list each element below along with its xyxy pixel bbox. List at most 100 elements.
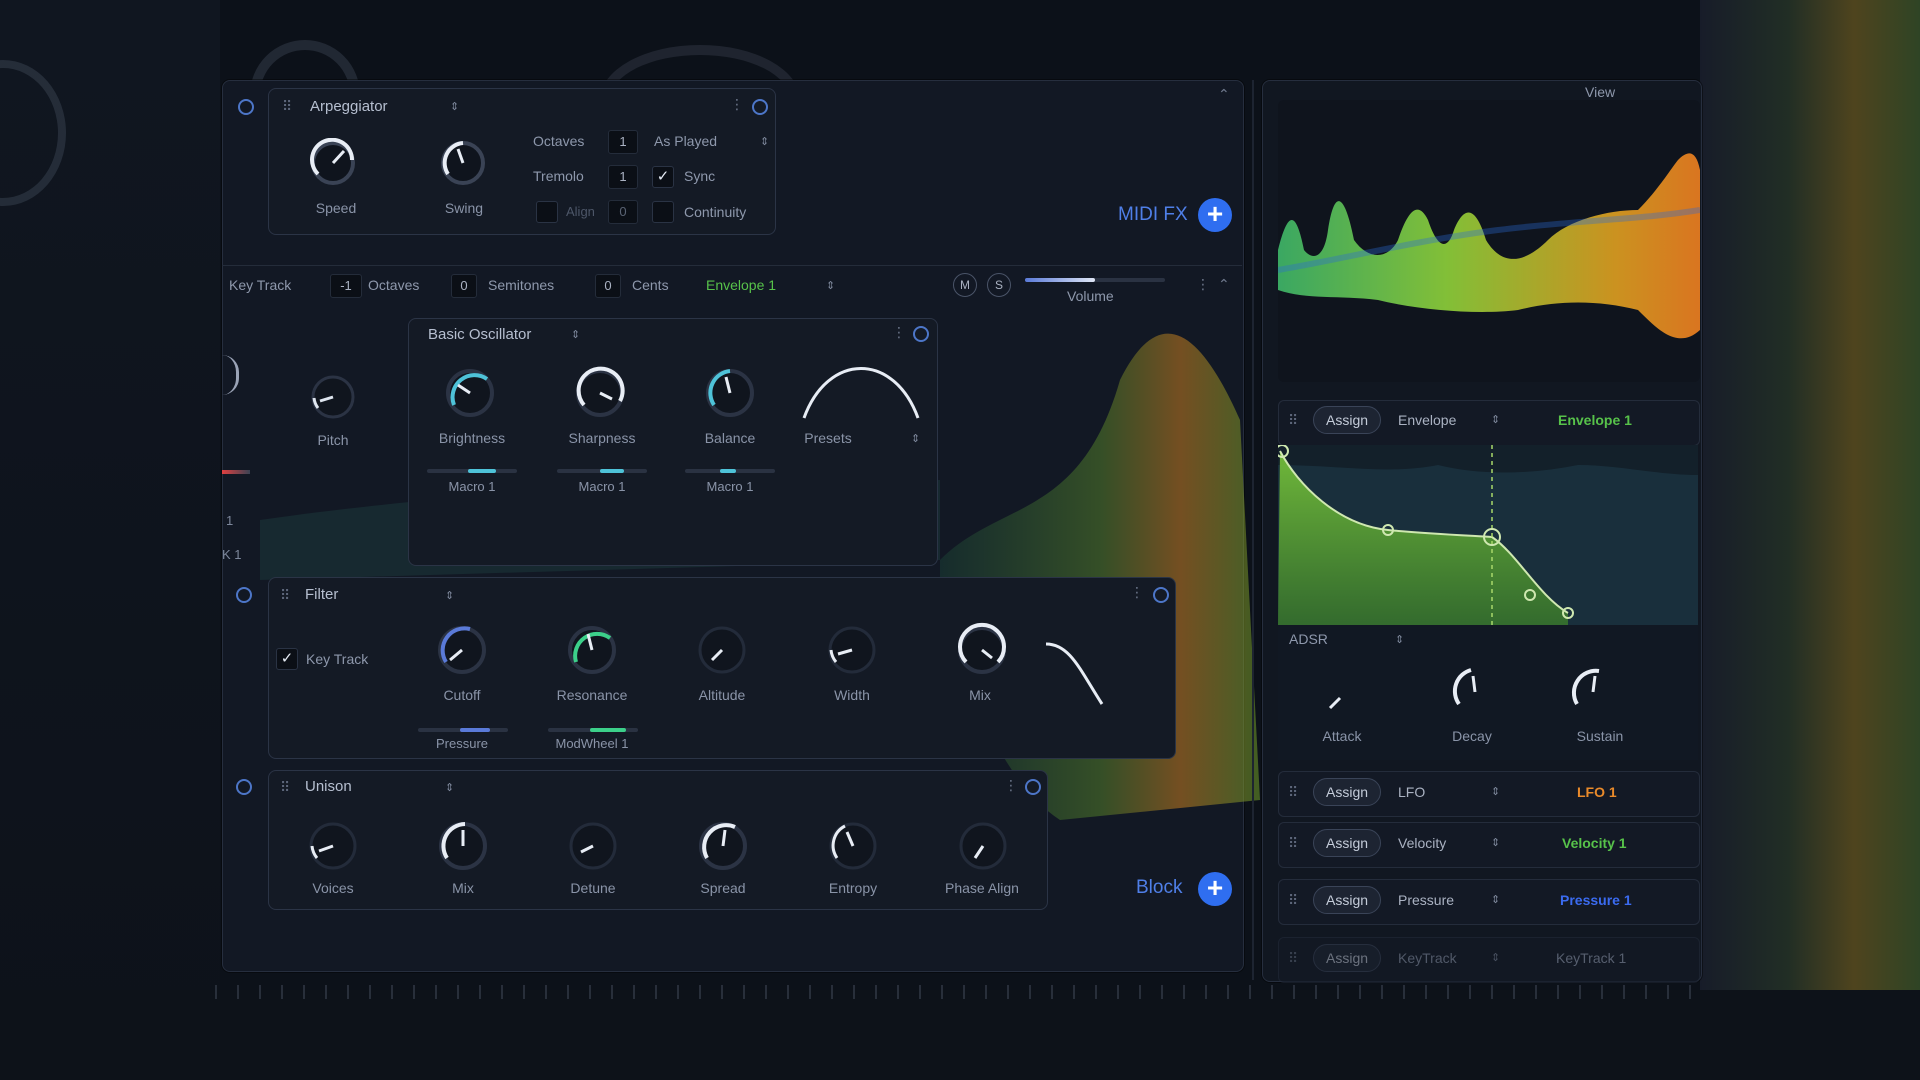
unison-mix-knob[interactable] [435,818,491,879]
spread-knob[interactable] [695,818,751,879]
brightness-knob[interactable] [442,365,498,426]
osc-menu-icon[interactable]: ⋮ [1196,276,1210,293]
pressure-assign-button[interactable]: Assign [1313,886,1382,914]
swing-knob[interactable] [438,138,488,193]
midi-fx-add-icon[interactable]: + [1198,198,1232,232]
speed-knob[interactable] [308,137,358,193]
basic-osc-title: Basic Oscillator [428,326,532,343]
presets-waveform[interactable] [798,362,924,422]
velocity-target: Velocity 1 [1562,835,1627,851]
octaves-offset-value[interactable]: -1 [330,274,362,298]
mute-button[interactable]: M [953,273,977,297]
cents-value[interactable]: 0 [595,274,621,298]
keytrack-assign-button[interactable]: Assign [1313,944,1382,972]
align-value[interactable]: 0 [608,200,638,224]
balance-knob[interactable] [702,365,758,426]
collapse-up-icon[interactable]: ⌃ [1218,86,1230,103]
phase-align-knob[interactable] [955,818,1011,879]
semitones-label: Semitones [488,277,555,293]
basic-osc-power-icon[interactable] [913,326,929,342]
basic-osc-chevron-icon[interactable]: ⇕ [571,328,580,341]
arp-menu-icon[interactable]: ⋮ [730,96,744,113]
unison-side-power-icon[interactable] [236,779,252,795]
sharpness-macro-label: Macro 1 [578,479,626,494]
envelope-graph[interactable] [1278,445,1698,625]
unison-menu-icon[interactable]: ⋮ [1004,777,1018,794]
velocity-source-chevron-icon[interactable]: ⇕ [1491,836,1500,849]
keytrack-grip-icon[interactable]: ⠿ [1288,950,1298,967]
filter-mix-knob[interactable] [954,622,1010,683]
presets-chevron-icon[interactable]: ⇕ [911,432,920,445]
sync-checkbox[interactable]: ✓ [652,166,674,188]
basic-osc-menu-icon[interactable]: ⋮ [892,324,906,341]
sustain-label: Sustain [1576,728,1624,744]
brightness-macro-label: Macro 1 [448,479,496,494]
osc-collapse-icon[interactable]: ⌃ [1218,276,1230,293]
resonance-knob[interactable] [564,622,620,683]
filter-response-curve[interactable] [1040,630,1110,710]
key-track-label: Key Track [229,277,292,293]
solo-button[interactable]: S [987,273,1011,297]
cutoff-knob[interactable] [434,622,490,683]
voices-label: Voices [312,880,354,896]
filter-grip-icon[interactable]: ⠿ [280,587,290,604]
unison-chevron-icon[interactable]: ⇕ [445,781,454,794]
arp-power-icon[interactable] [752,99,768,115]
sharpness-label: Sharpness [568,430,636,446]
cutoff-mod-fill [460,728,490,732]
detune-label: Detune [570,880,616,896]
octaves-label: Octaves [533,133,585,149]
tremolo-value[interactable]: 1 [608,165,638,189]
velocity-assign-button[interactable]: Assign [1313,829,1382,857]
attack-knob[interactable] [1316,670,1366,725]
filter-menu-icon[interactable]: ⋮ [1130,584,1144,601]
decay-knob[interactable] [1447,664,1503,725]
midi-fx-label[interactable]: MIDI FX [1118,204,1188,226]
continuity-checkbox[interactable] [652,201,674,223]
semitones-value[interactable]: 0 [451,274,477,298]
block-add-icon[interactable]: + [1198,872,1232,906]
keytrack-assign-label: Assign [1326,950,1369,966]
envelope-source-chevron-icon[interactable]: ⇕ [1491,413,1500,426]
lfo-assign-button[interactable]: Assign [1313,778,1382,806]
unison-power-icon[interactable] [1025,779,1041,795]
filter-side-power-icon[interactable] [236,587,252,603]
block-label[interactable]: Block [1136,877,1182,899]
arp-title: Arpeggiator [310,98,388,115]
align-checkbox[interactable] [536,201,558,223]
keytrack-source-chevron-icon[interactable]: ⇕ [1491,951,1500,964]
pressure-source-chevron-icon[interactable]: ⇕ [1491,893,1500,906]
filter-keytrack-checkbox[interactable]: ✓ [276,648,298,670]
lfo-source-chevron-icon[interactable]: ⇕ [1491,785,1500,798]
sharpness-knob[interactable] [572,365,628,426]
voices-knob[interactable] [305,818,361,879]
sustain-knob[interactable] [1565,664,1621,725]
pitch-knob[interactable] [308,372,358,427]
velocity-grip-icon[interactable]: ⠿ [1288,835,1298,852]
lfo-grip-icon[interactable]: ⠿ [1288,784,1298,801]
filter-chevron-icon[interactable]: ⇕ [445,589,454,602]
envelope-grip-icon[interactable]: ⠿ [1288,412,1298,429]
width-label: Width [834,687,870,703]
envelope-chevron-icon[interactable]: ⇕ [826,279,835,292]
altitude-knob[interactable] [694,622,750,683]
unison-mix-label: Mix [452,880,474,896]
arp-grip-icon[interactable]: ⠿ [282,98,292,115]
arp-side-power-icon[interactable] [238,99,254,115]
arp-mode-select[interactable]: As Played [654,133,717,149]
arp-chevron-icon[interactable]: ⇕ [450,100,459,113]
pressure-grip-icon[interactable]: ⠿ [1288,892,1298,909]
keytrack-target: KeyTrack 1 [1556,950,1627,966]
partial-label-b: K 1 [222,547,242,562]
arp-mode-chevron-icon[interactable]: ⇕ [760,135,769,148]
volume-slider[interactable] [1025,278,1165,282]
entropy-knob[interactable] [825,818,881,879]
envelope-assign-button[interactable]: Assign [1313,406,1382,434]
unison-grip-icon[interactable]: ⠿ [280,779,290,796]
adsr-chevron-icon[interactable]: ⇕ [1395,633,1404,646]
filter-power-icon[interactable] [1153,587,1169,603]
detune-knob[interactable] [565,818,621,879]
envelope-select[interactable]: Envelope 1 [706,277,776,293]
octaves-value[interactable]: 1 [608,130,638,154]
width-knob[interactable] [824,622,880,683]
